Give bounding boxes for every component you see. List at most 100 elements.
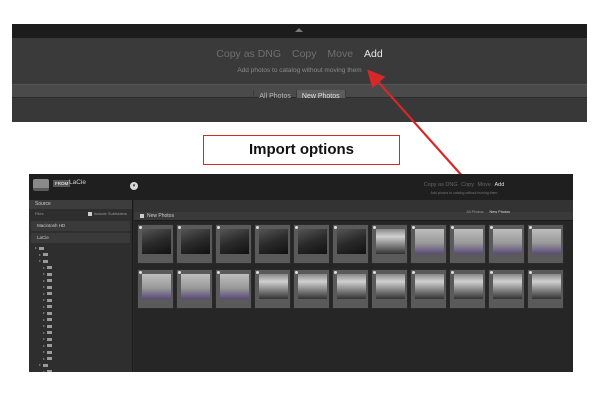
folder-icon — [43, 253, 48, 257]
thumbnail-image — [142, 274, 171, 299]
photo-thumbnail[interactable] — [488, 269, 525, 309]
folder-row[interactable] — [29, 369, 132, 372]
folder-icon — [47, 331, 52, 335]
disclosure-triangle-icon[interactable] — [43, 266, 45, 269]
disclosure-triangle-icon[interactable] — [43, 344, 45, 347]
tab-new-photos-small[interactable]: New Photos — [487, 206, 513, 218]
volume-macintosh-hd[interactable]: Macintosh HD — [31, 221, 130, 231]
folder-icon — [43, 259, 48, 263]
thumbnail-image — [298, 274, 327, 299]
photo-thumbnail[interactable] — [449, 224, 486, 264]
thumbnail-image — [454, 274, 483, 299]
photo-thumbnail[interactable] — [527, 224, 564, 264]
files-row: Files Include Subfolders — [29, 209, 132, 219]
volume-lacie[interactable]: LaCie — [31, 233, 130, 243]
disclosure-triangle-icon[interactable] — [43, 286, 45, 289]
thumbnail-image — [259, 229, 288, 254]
disclosure-triangle-icon[interactable] — [43, 357, 45, 360]
panel-background — [12, 98, 587, 122]
chevron-down-icon[interactable]: ▾ — [130, 182, 138, 190]
folder-icon — [47, 344, 52, 348]
import-header-zoomed: Copy as DNG Copy Move Add Add photos to … — [12, 24, 587, 122]
folder-icon — [39, 246, 44, 250]
disclosure-triangle-icon[interactable] — [43, 312, 45, 315]
disclosure-triangle-icon[interactable] — [43, 318, 45, 321]
mode-move-small[interactable]: Move — [478, 182, 491, 188]
photo-thumbnail[interactable] — [215, 269, 252, 309]
photo-thumbnail[interactable] — [215, 224, 252, 264]
checkbox-icon[interactable] — [87, 211, 92, 216]
mode-copy-as-dng-small[interactable]: Copy as DNG — [424, 182, 458, 188]
photo-thumbnail[interactable] — [176, 224, 213, 264]
mode-copy-as-dng[interactable]: Copy as DNG — [216, 48, 281, 60]
mode-copy-small[interactable]: Copy — [461, 182, 474, 188]
thumbnail-image — [181, 229, 210, 254]
thumbnail-image — [493, 229, 522, 254]
photo-thumbnail[interactable] — [332, 269, 369, 309]
photo-thumbnail[interactable] — [254, 269, 291, 309]
photo-thumbnail[interactable] — [410, 269, 447, 309]
thumbnail-image — [259, 274, 288, 299]
disclosure-triangle-icon[interactable] — [43, 338, 45, 341]
photo-thumbnail[interactable] — [488, 224, 525, 264]
folder-icon — [47, 272, 52, 276]
include-subfolders-toggle[interactable]: Include Subfolders — [87, 209, 127, 219]
collapse-triangle-icon[interactable] — [295, 28, 303, 32]
disclosure-triangle-icon[interactable] — [39, 364, 41, 367]
thumbnail-image — [415, 274, 444, 299]
thumbnail-image — [454, 229, 483, 254]
source-name[interactable]: LaCie — [69, 179, 86, 186]
thumbnail-image — [220, 274, 249, 299]
thumbnail-image — [376, 229, 405, 254]
folder-icon — [47, 298, 52, 302]
disclosure-triangle-icon[interactable] — [43, 331, 45, 334]
folder-icon — [47, 370, 52, 372]
disclosure-triangle-icon[interactable] — [43, 351, 45, 354]
photo-thumbnail[interactable] — [293, 269, 330, 309]
thumbnail-image — [142, 229, 171, 254]
photo-filter-tabs-small: All Photos New Photos — [134, 200, 573, 214]
photo-thumbnail[interactable] — [293, 224, 330, 264]
mode-copy[interactable]: Copy — [292, 48, 317, 60]
folder-icon — [47, 279, 52, 283]
folder-icon — [47, 266, 52, 270]
photo-thumbnail[interactable] — [449, 269, 486, 309]
photo-thumbnail[interactable] — [254, 224, 291, 264]
photo-thumbnail[interactable] — [410, 224, 447, 264]
mode-move[interactable]: Move — [327, 48, 353, 60]
disclosure-triangle-icon[interactable] — [43, 273, 45, 276]
disclosure-triangle-icon[interactable] — [43, 292, 45, 295]
folder-icon — [47, 311, 52, 315]
disclosure-triangle-icon[interactable] — [39, 260, 41, 263]
photo-grid-area: All Photos New Photos New Photos — [134, 200, 573, 372]
mode-description-small: Add photos to catalog without moving the… — [430, 191, 498, 195]
thumbnail-image — [298, 229, 327, 254]
photo-thumbnail[interactable] — [137, 224, 174, 264]
photo-thumbnail[interactable] — [371, 269, 408, 309]
photo-thumbnail[interactable] — [137, 269, 174, 309]
disclosure-triangle-icon[interactable] — [43, 325, 45, 328]
import-mode-selector: Copy as DNG Copy Move Add — [12, 48, 587, 60]
folder-icon — [47, 337, 52, 341]
folder-icon — [47, 305, 52, 309]
photo-thumbnail[interactable] — [527, 269, 564, 309]
photo-filter-tabs: All Photos New Photos — [12, 84, 587, 103]
source-section-header[interactable]: Source — [29, 200, 132, 209]
photo-thumbnail[interactable] — [176, 269, 213, 309]
import-mode-selector-small: Copy as DNG Copy Move Add — [409, 182, 519, 188]
disclosure-triangle-icon[interactable] — [35, 247, 37, 250]
disclosure-triangle-icon[interactable] — [43, 299, 45, 302]
disclosure-triangle-icon[interactable] — [43, 370, 45, 372]
disclosure-triangle-icon[interactable] — [39, 253, 41, 256]
thumbnail-image — [337, 229, 366, 254]
disclosure-triangle-icon[interactable] — [43, 305, 45, 308]
photo-thumbnail[interactable] — [332, 224, 369, 264]
disclosure-triangle-icon[interactable] — [43, 279, 45, 282]
mode-description: Add photos to catalog without moving the… — [237, 67, 362, 74]
tab-all-photos-small[interactable]: All Photos — [463, 206, 486, 218]
checkbox-icon[interactable] — [140, 213, 144, 218]
mode-add[interactable]: Add — [364, 48, 383, 60]
import-dialog-screenshot: FROM LaCie ▾ Copy as DNG Copy Move Add A… — [29, 174, 573, 372]
mode-add-small[interactable]: Add — [495, 182, 505, 188]
photo-thumbnail[interactable] — [371, 224, 408, 264]
